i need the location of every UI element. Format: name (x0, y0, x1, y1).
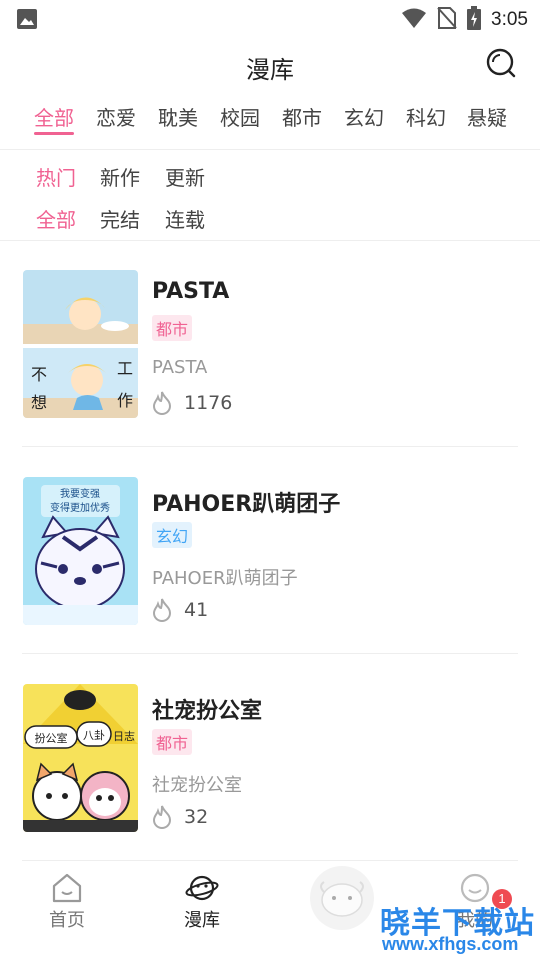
divider (22, 860, 518, 861)
genre-tag: 都市 (152, 729, 193, 755)
hot-count: 32 (184, 806, 209, 828)
filter-completed[interactable]: 完结 (100, 204, 140, 233)
category-tabs: 全部 恋爱 耽美 校园 都市 玄幻 科幻 悬疑 (0, 98, 540, 150)
nav-library[interactable]: 漫库 (157, 872, 247, 932)
genre-tag: 都市 (152, 315, 193, 341)
list-item[interactable]: 扮公室 八卦 日志 社宠扮公室 都市 社宠扮公室 32 (0, 655, 540, 861)
nav-library-label: 漫库 (184, 910, 220, 931)
status-bar: 3:05 (0, 0, 540, 38)
clock-text: 3:05 (491, 9, 528, 30)
filter-updated[interactable]: 更新 (165, 162, 205, 191)
popularity: 41 (152, 598, 208, 622)
cover-text: 作 (117, 391, 133, 410)
fire-icon (152, 598, 172, 622)
list-item[interactable]: 我要变强 变得更加优秀 PAHOER趴萌团子 玄幻 PAHOER趴萌团子 41 (0, 448, 540, 654)
planet-icon (185, 875, 219, 901)
fire-icon (152, 805, 172, 829)
comic-title[interactable]: PAHOER趴萌团子 (152, 486, 340, 518)
page-title: 漫库 (246, 56, 294, 84)
fire-icon (152, 391, 172, 415)
tab-all[interactable]: 全部 (34, 102, 74, 131)
comic-subtitle: PASTA (152, 357, 208, 378)
no-sim-icon (437, 6, 457, 34)
cover-text: 不 (31, 365, 47, 384)
popularity: 1176 (152, 391, 232, 415)
search-button[interactable] (484, 46, 520, 82)
genre-tag: 玄幻 (152, 522, 193, 548)
watermark-url: www.xfhgs.com (382, 934, 519, 954)
cover-text: 工 (117, 359, 133, 378)
tab-campus[interactable]: 校园 (220, 102, 260, 131)
cover-text: 日志 (113, 730, 135, 743)
hot-count: 41 (184, 599, 209, 621)
list-item[interactable]: 不 想 工 作 PASTA 都市 PASTA 1176 (0, 241, 540, 447)
tab-fantasy[interactable]: 玄幻 (344, 102, 384, 131)
search-icon (486, 48, 516, 78)
hot-count: 1176 (184, 392, 233, 414)
filter-all[interactable]: 全部 (36, 204, 76, 233)
cover-text: 变得更加优秀 (50, 501, 110, 514)
filter-hot[interactable]: 热门 (36, 162, 76, 191)
comic-subtitle: PAHOER趴萌团子 (152, 568, 298, 589)
comic-cover[interactable]: 我要变强 变得更加优秀 (23, 477, 138, 625)
filter-new[interactable]: 新作 (100, 162, 140, 191)
comic-cover[interactable]: 不 想 工 作 (23, 270, 138, 418)
wifi-icon (401, 7, 427, 33)
comic-subtitle: 社宠扮公室 (152, 775, 242, 796)
cover-text: 扮公室 (35, 731, 68, 745)
sort-filter-row: 热门 新作 更新 (0, 158, 540, 194)
battery-icon (467, 6, 482, 34)
filter-ongoing[interactable]: 连载 (165, 204, 205, 233)
nav-home[interactable]: 首页 (22, 872, 112, 932)
comic-title[interactable]: 社宠扮公室 (152, 693, 262, 725)
comic-cover[interactable]: 扮公室 八卦 日志 (23, 684, 138, 832)
tab-urban[interactable]: 都市 (282, 102, 322, 131)
comic-title[interactable]: PASTA (152, 279, 229, 304)
divider (22, 653, 518, 654)
tab-bl[interactable]: 耽美 (158, 102, 198, 131)
mascot-avatar[interactable] (310, 866, 374, 930)
tab-scifi[interactable]: 科幻 (406, 102, 446, 131)
divider (22, 446, 518, 447)
home-icon (52, 873, 82, 903)
cover-text: 我要变强 (60, 487, 100, 500)
nav-home-label: 首页 (49, 910, 85, 931)
cover-text: 想 (31, 393, 47, 412)
tab-suspense[interactable]: 悬疑 (467, 102, 507, 131)
active-tab-indicator (34, 132, 74, 135)
tab-romance[interactable]: 恋爱 (96, 102, 136, 131)
status-filter-row: 全部 完结 连载 (0, 200, 540, 236)
cover-text: 八卦 (83, 728, 105, 742)
app-header: 漫库 (0, 44, 540, 92)
popularity: 32 (152, 805, 208, 829)
gallery-notification-icon (16, 8, 38, 34)
